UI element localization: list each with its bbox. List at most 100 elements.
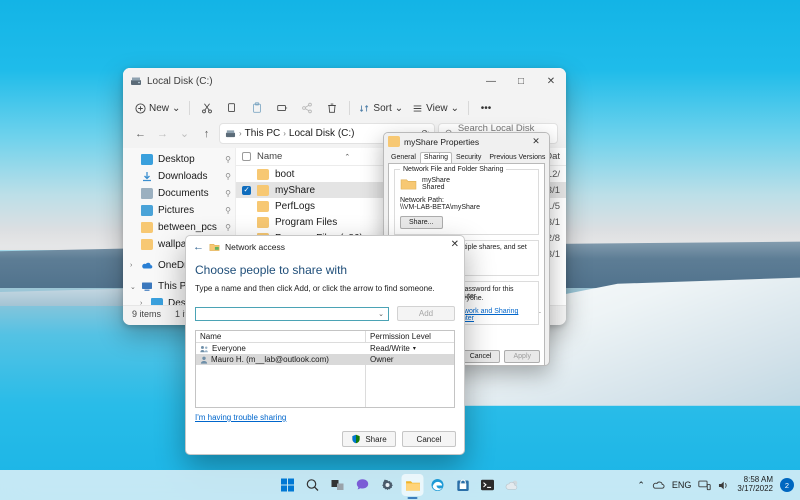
recent-locations-button[interactable]: ⌄: [175, 124, 194, 143]
sidebar-item-pictures[interactable]: Pictures ⚲: [127, 202, 235, 219]
properties-titlebar[interactable]: myShare Properties ✕: [384, 133, 549, 150]
network-sharing-center-link[interactable]: Network and Sharing Center: [453, 308, 538, 322]
store-button[interactable]: [452, 474, 474, 496]
share-confirm-button[interactable]: Share: [342, 431, 396, 447]
permissions-table[interactable]: Name Permission Level Everyone Read/Writ…: [195, 330, 455, 408]
language-indicator[interactable]: ENG: [672, 480, 692, 490]
cut-button[interactable]: [195, 97, 219, 119]
pin-icon: ⚲: [225, 172, 231, 181]
file-name: Program Files: [275, 217, 337, 228]
weather-button[interactable]: [502, 474, 524, 496]
add-button[interactable]: Add: [397, 306, 455, 321]
close-icon[interactable]: ✕: [451, 239, 459, 250]
rename-button[interactable]: [270, 97, 294, 119]
tab-customize[interactable]: Customize: [549, 152, 550, 163]
explorer-title: Local Disk (C:): [147, 76, 213, 87]
settings-button[interactable]: [377, 474, 399, 496]
onedrive-icon[interactable]: [652, 480, 665, 490]
chat-button[interactable]: [352, 474, 374, 496]
file-name: boot: [275, 169, 294, 180]
terminal-button[interactable]: [477, 474, 499, 496]
tab-general[interactable]: General: [387, 152, 420, 163]
view-button[interactable]: View ⌄: [408, 97, 463, 119]
view-label: View: [426, 103, 448, 114]
sidebar-item-between-pcs[interactable]: between_pcs ⚲: [127, 219, 235, 236]
sort-caret-icon: ⌃: [344, 153, 350, 161]
properties-cancel-button[interactable]: Cancel: [461, 350, 501, 363]
filler-col-2: [366, 365, 454, 407]
toolbar-divider-2: [349, 101, 350, 115]
tab-security[interactable]: Security: [452, 152, 485, 163]
network-folder-icon: [209, 242, 220, 252]
sort-button[interactable]: Sort ⌄: [355, 97, 407, 119]
permission-name-cell: Everyone: [196, 344, 366, 353]
sidebar-item-desktop[interactable]: Desktop ⚲: [127, 151, 235, 168]
terminal-icon: [481, 479, 495, 491]
permission-caret-icon[interactable]: ▾: [413, 345, 416, 352]
more-button[interactable]: •••: [474, 97, 498, 119]
drive-icon: [130, 76, 142, 87]
network-icon[interactable]: [698, 480, 711, 491]
permission-name: Everyone: [212, 344, 246, 353]
windows-icon: [281, 478, 295, 492]
sidebar-item-downloads[interactable]: Downloads ⚲: [127, 168, 235, 185]
volume-icon[interactable]: [718, 480, 730, 491]
back-icon[interactable]: ←: [192, 241, 205, 254]
permissions-table-filler: [196, 365, 454, 407]
notification-badge[interactable]: 2: [780, 478, 794, 492]
table-row[interactable]: Everyone Read/Write ▾: [196, 343, 454, 354]
select-all-checkbox[interactable]: [242, 152, 251, 161]
tab-sharing[interactable]: Sharing: [420, 152, 452, 163]
permission-level-cell[interactable]: Read/Write ▾: [366, 344, 454, 353]
network-access-cancel-button[interactable]: Cancel: [402, 431, 456, 447]
explorer-toolbar[interactable]: New ⌄: [123, 95, 566, 121]
maximize-button[interactable]: □: [506, 68, 536, 95]
table-row[interactable]: Mauro H. (m__lab@outlook.com) Owner: [196, 354, 454, 365]
paste-button[interactable]: [245, 97, 269, 119]
sort-icon: [359, 103, 370, 114]
copy-button[interactable]: [220, 97, 244, 119]
close-icon[interactable]: ✕: [527, 136, 545, 147]
breadcrumb-this-pc[interactable]: This PC: [245, 128, 281, 139]
tray-chevron-icon[interactable]: ⌃: [637, 480, 645, 491]
explorer-titlebar[interactable]: Local Disk (C:) — □ ✕: [123, 68, 566, 95]
breadcrumb-local-disk[interactable]: Local Disk (C:): [289, 128, 355, 139]
taskbar[interactable]: ⌃ ENG 8:58 AM 3/17/2022 2: [0, 470, 800, 500]
start-button[interactable]: [277, 474, 299, 496]
trash-icon: [326, 102, 338, 114]
file-explorer-button[interactable]: [402, 474, 424, 496]
share-dots-button[interactable]: Share...: [400, 216, 443, 229]
new-button[interactable]: New ⌄: [131, 97, 184, 119]
delete-button[interactable]: [320, 97, 344, 119]
close-button[interactable]: ✕: [536, 68, 566, 95]
row-checkbox[interactable]: [242, 186, 251, 195]
task-view-button[interactable]: [327, 474, 349, 496]
properties-tabs[interactable]: General Sharing Security Previous Versio…: [384, 150, 549, 163]
up-button[interactable]: ↑: [197, 124, 216, 143]
share-button[interactable]: [295, 97, 319, 119]
window-controls: — □ ✕: [476, 68, 566, 95]
trouble-sharing-link[interactable]: I'm having trouble sharing: [195, 413, 286, 422]
copy-icon: [226, 102, 238, 114]
breadcrumb-sep-2: ›: [283, 129, 286, 138]
permission-name: Mauro H. (m__lab@outlook.com): [211, 355, 329, 364]
sidebar-item-documents[interactable]: Documents ⚲: [127, 185, 235, 202]
forward-button[interactable]: →: [153, 124, 172, 143]
chevron-down-icon[interactable]: ⌄: [378, 310, 384, 318]
edge-button[interactable]: [427, 474, 449, 496]
network-access-dialog[interactable]: ← Network access ✕ Choose people to shar…: [185, 235, 465, 455]
tab-previous-versions[interactable]: Previous Versions: [485, 152, 549, 163]
back-button[interactable]: ←: [131, 124, 150, 143]
pin-icon: ⚲: [225, 189, 231, 198]
sidebar-label: Desktop: [158, 154, 195, 165]
properties-apply-button[interactable]: Apply: [504, 350, 540, 363]
search-button[interactable]: [302, 474, 324, 496]
desktop-icon: [141, 154, 153, 165]
clock[interactable]: 8:58 AM 3/17/2022: [737, 476, 773, 494]
column-header-name[interactable]: Name: [257, 151, 282, 162]
clock-date: 3/17/2022: [737, 485, 773, 494]
folder-icon: [141, 239, 153, 250]
minimize-button[interactable]: —: [476, 68, 506, 95]
shared-folder-state: Shared: [422, 184, 450, 191]
person-combobox[interactable]: ⌄: [195, 307, 389, 321]
